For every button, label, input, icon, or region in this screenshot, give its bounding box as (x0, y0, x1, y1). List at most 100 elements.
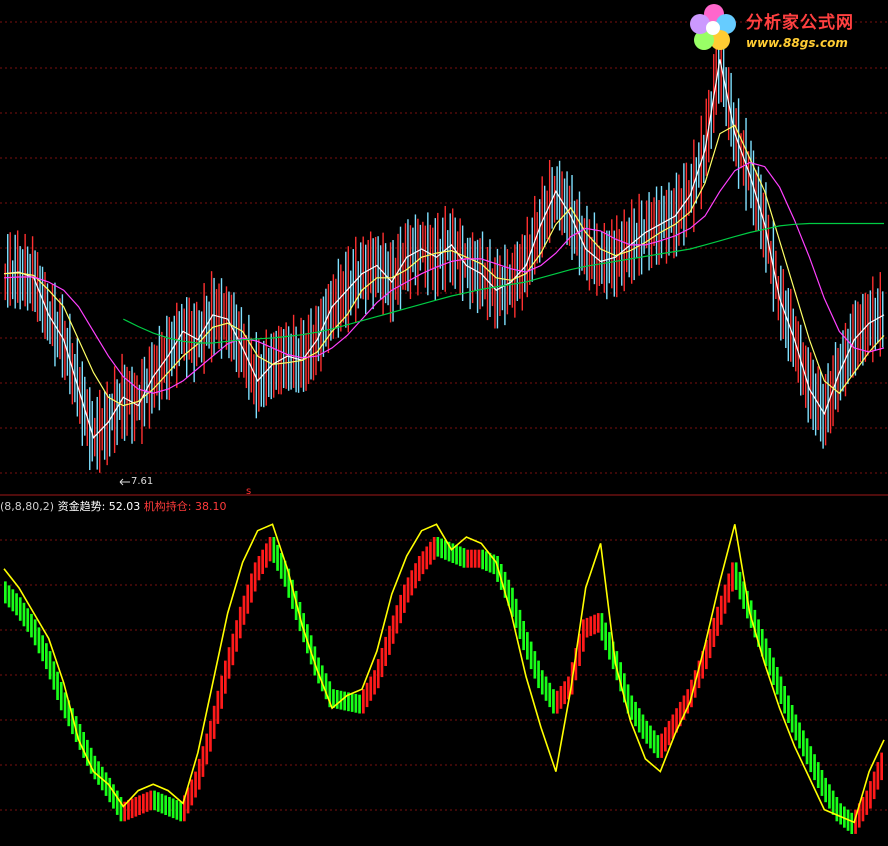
legend-series2-value: 38.10 (195, 500, 227, 513)
indicator-bar-55-2 (831, 790, 835, 815)
indicator-bar-47-2 (712, 617, 716, 647)
indicator-bar-11-0 (168, 797, 171, 817)
indicator-bar-13-1 (201, 746, 205, 777)
grid-lines (0, 21, 888, 811)
indicator-bar-16-3 (253, 562, 257, 592)
indicator-bar-51-2 (772, 657, 775, 685)
indicator-bar-1-0 (18, 597, 22, 621)
indicator-bar-51-0 (764, 638, 768, 666)
indicator-bar-23-3 (358, 694, 361, 714)
indicator-bar-49-1 (738, 571, 742, 600)
indicator-bar-17-2 (265, 543, 268, 568)
indicator-bar-26-0 (391, 615, 395, 644)
indicator-bar-28-2 (429, 541, 432, 565)
indicator-trend-line (3, 523, 885, 824)
indicator-bar-48-1 (723, 584, 727, 614)
indicator-bar-25-0 (376, 659, 380, 689)
indicator-bar-49-0 (734, 562, 738, 590)
indicator-bar-52-1 (783, 686, 786, 714)
indicator-bar-11-1 (171, 798, 175, 819)
indicator-bar-58-1 (872, 771, 876, 800)
indicator-bar-17-1 (261, 549, 264, 574)
indicator-bar-57-3 (865, 790, 869, 815)
indicator-bar-44-2 (667, 720, 671, 746)
indicator-bar-53-1 (798, 722, 801, 749)
indicator-bar-10-3 (164, 795, 167, 815)
flower-icon (690, 4, 736, 50)
indicator-bar-24-1 (365, 682, 369, 708)
indicator-bar-56-3 (850, 812, 854, 834)
indicator-bar-3-3 (59, 682, 63, 711)
indicator-bar-34-2 (518, 609, 522, 639)
indicator-bar-34-3 (522, 621, 525, 651)
indicator-bar-3-2 (56, 671, 59, 700)
indicator-bar-54-3 (820, 770, 824, 796)
indicator-bar-55-3 (835, 797, 839, 822)
indicator-bar-15-3 (238, 606, 242, 639)
indicator-bar-7-1 (112, 784, 115, 809)
indicator-bar-51-3 (775, 667, 779, 695)
indicator-bar-2-0 (33, 619, 37, 646)
indicator-bar-53-0 (794, 714, 798, 741)
indicator-bar-24-3 (373, 670, 376, 695)
moving-average-line-1 (3, 124, 885, 407)
indicator-bar-26-1 (395, 605, 399, 634)
indicator-bar-35-1 (529, 641, 533, 670)
legend-params: (8,8,80,2) (0, 500, 55, 513)
indicator-bar-15-1 (231, 633, 235, 666)
indicator-bar-36-3 (552, 689, 555, 714)
indicator-bar-6-0 (93, 755, 97, 780)
indicator-bar-57-2 (861, 797, 865, 822)
indicator-bar-34-1 (514, 598, 518, 628)
indicator-bar-1-1 (22, 602, 26, 627)
indicator-bar-32-1 (485, 551, 488, 571)
indicator-bar-28-0 (421, 551, 425, 575)
indicator-legend: (8,8,80,2) 资金趋势: 52.03 机构持仓: 38.10 (0, 498, 227, 514)
moving-average-line-0 (3, 59, 885, 439)
indicator-bar-39-0 (585, 617, 589, 638)
indicator-bar-52-3 (790, 705, 794, 733)
moving-average-line-3 (123, 222, 884, 344)
indicator-bar-0-3 (15, 593, 18, 616)
indicator-bar-43-0 (645, 720, 649, 744)
indicator-bar-22-0 (332, 689, 335, 708)
indicator-bar-30-2 (458, 546, 462, 567)
indicator-bar-55-0 (824, 777, 827, 803)
indicator-bar-2-2 (41, 635, 44, 662)
indicator-bar-26-2 (399, 594, 402, 624)
indicator-bar-12-3 (194, 771, 197, 798)
indicator-bar-0-2 (11, 589, 15, 612)
indicator-bar-14-1 (216, 690, 220, 724)
indicator-bar-27-0 (406, 577, 410, 603)
indicator-bar-47-1 (708, 629, 712, 659)
indicator-bar-14-3 (224, 660, 227, 694)
indicator-bar-40-0 (600, 613, 604, 641)
indicator-bar-29-0 (436, 537, 440, 557)
indicator-bar-43-3 (656, 735, 660, 758)
indicator-bar-54-1 (813, 754, 816, 781)
indicator-bar-30-0 (451, 543, 455, 563)
indicator-bar-15-2 (235, 620, 238, 652)
indicator-bar-14-0 (212, 705, 216, 739)
indicator-bar-32-0 (481, 549, 484, 570)
indicator-bar-16-1 (246, 584, 250, 614)
indicator-bar-31-3 (477, 549, 481, 568)
indicator-bar-13-2 (205, 733, 209, 765)
moving-average-line-2 (3, 161, 885, 394)
indicator-bar-36-0 (540, 670, 544, 695)
indicator-bar-8-3 (134, 797, 138, 817)
indicator-bar-31-1 (470, 549, 473, 568)
indicator-bar-9-3 (149, 790, 153, 811)
indicator-bar-54-0 (809, 746, 813, 773)
indicator-bar-12-2 (190, 779, 194, 806)
indicator-bar-35-3 (537, 660, 540, 689)
indicator-bar-35-2 (533, 651, 537, 679)
indicator-bar-9-0 (138, 795, 141, 815)
indicator-bar-31-0 (466, 549, 470, 568)
indicator-bar-44-1 (664, 727, 667, 752)
indicator-bar-39-2 (593, 614, 596, 635)
indicator-bar-0-1 (7, 585, 11, 608)
indicator-bar-16-2 (250, 573, 253, 603)
indicator-bar-15-0 (227, 647, 231, 679)
indicator-bar-11-3 (179, 801, 182, 822)
